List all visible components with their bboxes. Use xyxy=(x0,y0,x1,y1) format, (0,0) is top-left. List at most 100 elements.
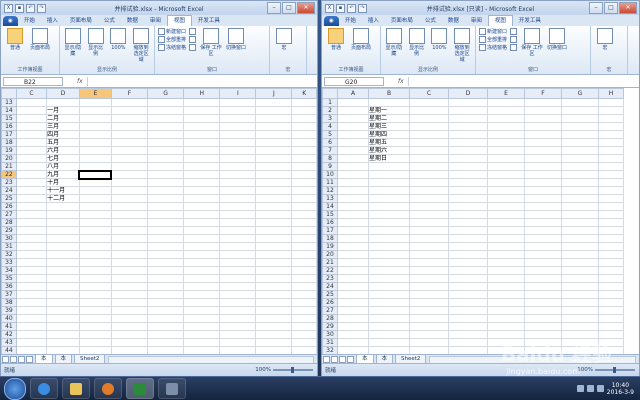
cell[interactable] xyxy=(110,162,149,171)
cell[interactable] xyxy=(487,234,525,243)
cell[interactable] xyxy=(291,114,317,123)
cell[interactable] xyxy=(110,138,149,147)
undo-icon[interactable]: ↶ xyxy=(26,3,35,13)
cell[interactable] xyxy=(337,186,369,195)
cell[interactable] xyxy=(448,282,488,291)
cell[interactable]: 八月 xyxy=(46,162,80,171)
cell[interactable] xyxy=(598,202,624,211)
cell[interactable] xyxy=(291,130,317,139)
cell[interactable] xyxy=(78,194,112,203)
cell[interactable] xyxy=(46,242,80,251)
cell[interactable] xyxy=(368,178,410,187)
taskbar-explorer[interactable] xyxy=(62,378,90,399)
cell[interactable] xyxy=(524,186,562,195)
cell[interactable] xyxy=(368,314,410,323)
corner-cell[interactable] xyxy=(322,88,338,99)
cell[interactable] xyxy=(598,258,624,267)
cell[interactable] xyxy=(15,170,48,179)
row-header[interactable]: 26 xyxy=(322,298,338,307)
cell[interactable] xyxy=(368,322,410,331)
cell[interactable] xyxy=(368,242,410,251)
cell[interactable] xyxy=(219,154,257,163)
cell[interactable] xyxy=(219,242,257,251)
cell[interactable] xyxy=(78,122,112,131)
row-header[interactable]: 11 xyxy=(322,178,338,187)
cell[interactable] xyxy=(561,106,599,115)
row-header[interactable]: 1 xyxy=(322,98,338,107)
cell[interactable] xyxy=(183,114,221,123)
cell[interactable] xyxy=(219,210,257,219)
column-header[interactable]: A xyxy=(337,88,369,99)
cell[interactable] xyxy=(487,274,525,283)
arrange-all-button[interactable]: 全部重排 xyxy=(479,36,507,43)
cell[interactable] xyxy=(561,250,599,259)
cell[interactable] xyxy=(598,170,624,179)
redo-icon[interactable]: ↷ xyxy=(358,3,367,13)
cell[interactable] xyxy=(368,234,410,243)
close-button[interactable]: ✕ xyxy=(619,2,637,14)
cell[interactable] xyxy=(409,314,449,323)
cell[interactable] xyxy=(183,122,221,131)
cell[interactable] xyxy=(291,106,317,115)
cell[interactable] xyxy=(46,290,80,299)
sheet-table[interactable]: A B C D E F G H 1 2 星期一 3 星期二 4 星期三 5 星期四 6 星期五 7 星期六 8 星期日 9 10… xyxy=(322,88,624,376)
cell[interactable] xyxy=(183,330,221,339)
tab-home[interactable]: 开始 xyxy=(339,16,362,26)
cell[interactable] xyxy=(448,338,488,347)
taskbar-ie[interactable] xyxy=(30,378,58,399)
row-header[interactable]: 41 xyxy=(1,322,17,331)
cell[interactable] xyxy=(448,138,488,147)
cell[interactable] xyxy=(219,106,257,115)
cell[interactable] xyxy=(524,202,562,211)
cell[interactable] xyxy=(337,234,369,243)
cell[interactable] xyxy=(183,274,221,283)
zoom-slider[interactable] xyxy=(273,367,313,373)
cell[interactable] xyxy=(78,169,113,180)
cell[interactable] xyxy=(291,226,317,235)
cell[interactable] xyxy=(337,250,369,259)
row-header[interactable]: 32 xyxy=(1,250,17,259)
cell[interactable] xyxy=(561,322,599,331)
column-header[interactable]: I xyxy=(219,88,257,99)
cell[interactable]: 星期三 xyxy=(368,122,410,131)
last-sheet-icon[interactable] xyxy=(347,356,354,363)
cell[interactable] xyxy=(78,322,112,331)
cell[interactable] xyxy=(368,186,410,195)
cell[interactable] xyxy=(147,314,185,323)
cell[interactable] xyxy=(255,202,293,211)
cell[interactable] xyxy=(219,98,257,107)
cell[interactable] xyxy=(219,186,257,195)
row-header[interactable]: 6 xyxy=(322,138,338,147)
cell[interactable] xyxy=(409,250,449,259)
cell[interactable] xyxy=(524,178,562,187)
row-header[interactable]: 21 xyxy=(1,162,17,171)
cell[interactable] xyxy=(147,218,185,227)
cell[interactable] xyxy=(147,258,185,267)
cell[interactable] xyxy=(183,234,221,243)
cell[interactable] xyxy=(524,154,562,163)
cell[interactable] xyxy=(110,322,149,331)
row-header[interactable]: 39 xyxy=(1,306,17,315)
cell[interactable] xyxy=(291,282,317,291)
next-sheet-icon[interactable] xyxy=(339,356,346,363)
cell[interactable] xyxy=(561,170,599,179)
cell[interactable]: 五月 xyxy=(46,138,80,147)
cell[interactable] xyxy=(409,194,449,203)
cell[interactable] xyxy=(255,330,293,339)
cell[interactable] xyxy=(598,298,624,307)
cell[interactable] xyxy=(291,274,317,283)
cell[interactable] xyxy=(487,194,525,203)
cell[interactable] xyxy=(15,162,48,171)
zoom-knob[interactable] xyxy=(291,367,294,373)
cell[interactable] xyxy=(78,298,112,307)
row-header[interactable]: 9 xyxy=(322,162,338,171)
cell[interactable] xyxy=(110,186,149,195)
cell[interactable] xyxy=(255,218,293,227)
cell[interactable] xyxy=(561,98,599,107)
cell[interactable] xyxy=(183,242,221,251)
cell[interactable] xyxy=(255,290,293,299)
cell[interactable] xyxy=(255,258,293,267)
cell[interactable] xyxy=(15,138,48,147)
cell[interactable] xyxy=(291,306,317,315)
cell[interactable] xyxy=(448,186,488,195)
